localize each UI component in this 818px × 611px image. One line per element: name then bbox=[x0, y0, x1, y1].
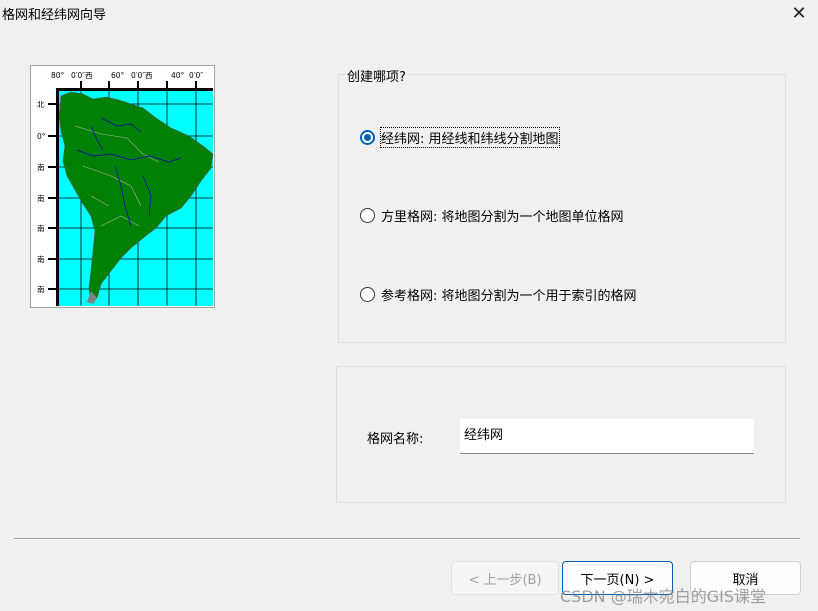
map-preview: 80° 0′0″西 60° 0′0″西 40° 0′0″ 北 0° 南 南 南 … bbox=[30, 65, 215, 308]
grid-name-value: 经纬网 bbox=[464, 428, 504, 443]
left-tick-label: 南 bbox=[37, 284, 45, 294]
left-tick-label: 北 bbox=[37, 100, 45, 109]
left-tick-label: 南 bbox=[37, 223, 45, 233]
left-tick-label: 南 bbox=[37, 254, 45, 264]
radio-measured-grid[interactable]: 方里格网: 将地图分割为一个地图单位格网 bbox=[360, 206, 624, 225]
radio-unchecked-icon[interactable] bbox=[360, 208, 375, 223]
close-icon: ✕ bbox=[791, 2, 807, 24]
grid-name-input[interactable]: 经纬网 bbox=[460, 419, 754, 454]
footer-separator bbox=[14, 538, 800, 540]
radio-reference-grid[interactable]: 参考格网: 将地图分割为一个用于索引的格网 bbox=[360, 285, 637, 304]
top-tick-label: 0′0″西 bbox=[71, 71, 93, 80]
grid-name-label: 格网名称: bbox=[367, 432, 424, 447]
radio-graticule-label: 经纬网: 用经线和纬线分割地图 bbox=[380, 127, 560, 148]
close-button[interactable]: ✕ bbox=[780, 0, 818, 26]
create-type-legend: 创建哪项? bbox=[345, 66, 408, 85]
watermark-text: CSDN @瑞木宛白的GIS课堂 bbox=[560, 587, 766, 606]
top-tick-label: 0′0″西 bbox=[131, 71, 153, 80]
title-bar: 格网和经纬网向导 ✕ bbox=[0, 0, 818, 26]
radio-reference-grid-label: 参考格网: 将地图分割为一个用于索引的格网 bbox=[381, 289, 637, 304]
window-title: 格网和经纬网向导 bbox=[2, 8, 107, 23]
radio-checked-icon[interactable] bbox=[360, 130, 375, 145]
left-tick-label: 0° bbox=[37, 132, 46, 141]
top-tick-label: 40° bbox=[171, 71, 185, 80]
top-tick-label: 60° bbox=[111, 71, 125, 80]
back-button[interactable]: < 上一步(B) bbox=[451, 561, 559, 595]
top-tick-label: 0′0″ bbox=[189, 71, 203, 80]
left-tick-label: 南 bbox=[37, 193, 45, 203]
radio-measured-grid-label: 方里格网: 将地图分割为一个地图单位格网 bbox=[381, 210, 624, 225]
south-america-map-image: 80° 0′0″西 60° 0′0″西 40° 0′0″ 北 0° 南 南 南 … bbox=[31, 66, 214, 307]
top-tick-label: 80° bbox=[51, 71, 65, 80]
left-tick-label: 南 bbox=[37, 162, 45, 172]
radio-graticule[interactable]: 经纬网: 用经线和纬线分割地图 bbox=[360, 127, 560, 148]
radio-unchecked-icon[interactable] bbox=[360, 287, 375, 302]
